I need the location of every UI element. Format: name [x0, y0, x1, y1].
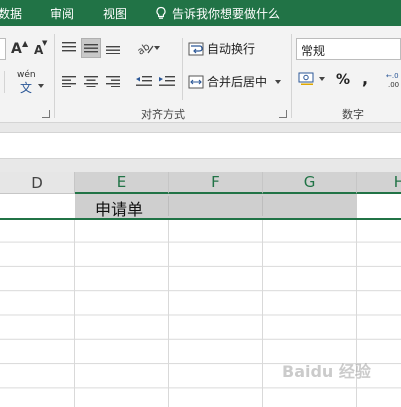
accounting-format-button[interactable] — [298, 72, 325, 86]
font-size-box-edge[interactable] — [0, 38, 6, 60]
column-header-e[interactable]: E — [75, 172, 169, 194]
comma-style-button[interactable]: , — [362, 69, 368, 88]
column-header-h[interactable]: H — [357, 172, 401, 194]
orientation-dropdown-icon — [154, 46, 160, 50]
column-header-f[interactable]: F — [169, 172, 263, 194]
align-left-button[interactable] — [59, 71, 79, 91]
column-header-g[interactable]: G — [263, 172, 357, 194]
group-separator — [182, 38, 183, 100]
decrease-indent-icon — [136, 76, 152, 86]
cell-separator — [262, 196, 263, 216]
merge-dropdown-icon — [275, 79, 282, 84]
increase-indent-icon — [159, 76, 175, 86]
lightbulb-icon — [156, 6, 166, 19]
wrap-text-icon — [188, 42, 204, 55]
merge-center-label: 合并后居中 — [207, 75, 268, 89]
merge-center-button[interactable]: 合并后居中 — [188, 73, 282, 90]
increase-indent-button[interactable] — [157, 71, 177, 91]
tab-data[interactable]: 数据 — [0, 5, 22, 22]
gridline-col — [74, 194, 75, 407]
cell-e1-title[interactable]: 申请单 — [75, 194, 357, 219]
increase-font-icon[interactable]: A — [11, 41, 22, 57]
svg-text:←.0: ←.0 — [386, 72, 399, 80]
decrease-indent-button[interactable] — [134, 71, 154, 91]
formula-bar-gap — [0, 159, 401, 172]
cell-separator — [168, 196, 169, 216]
accounting-dropdown-icon — [319, 77, 325, 81]
alignment-group-label: 对齐方式 — [141, 108, 185, 121]
ribbon-bottom-strip — [0, 123, 401, 133]
align-right-button[interactable] — [103, 71, 123, 91]
svg-text:ab: ab — [136, 41, 152, 55]
percent-style-button[interactable]: % — [336, 72, 350, 88]
shrink-caret-icon: ▼ — [42, 39, 48, 47]
align-center-button[interactable] — [81, 71, 101, 91]
alignment-launcher-icon[interactable] — [279, 110, 287, 118]
selection-bottom-border — [0, 218, 401, 220]
tell-me-text: 告诉我你想要做什么 — [172, 7, 281, 21]
align-right-icon — [106, 76, 120, 87]
ribbon: A ▲ A ▼ wén 文 ab 自动换行 合并后居中 对齐方式 常规 % , … — [0, 26, 401, 123]
wrap-text-label: 自动换行 — [207, 42, 256, 56]
group-separator — [54, 34, 55, 118]
ribbon-tab-bar: 数据 审阅 视图 告诉我你想要做什么 — [0, 0, 401, 26]
align-top-button[interactable] — [59, 38, 79, 58]
wrap-text-button[interactable]: 自动换行 — [188, 40, 255, 57]
phonetic-dropdown-icon[interactable] — [38, 84, 44, 88]
align-middle-button[interactable] — [81, 38, 101, 58]
font-launcher-icon[interactable] — [42, 110, 50, 118]
orientation-button[interactable]: ab — [134, 38, 162, 58]
merge-center-icon — [188, 75, 204, 88]
gridline-col — [168, 194, 169, 407]
number-format-value: 常规 — [301, 44, 326, 58]
align-bottom-button[interactable] — [103, 38, 123, 58]
increase-decimal-button[interactable]: ←.0.00 — [386, 70, 401, 94]
formula-bar[interactable] — [0, 133, 401, 159]
align-left-icon — [62, 76, 76, 87]
tab-view[interactable]: 视图 — [103, 5, 127, 22]
increase-decimal-icon: ←.0.00 — [386, 72, 399, 89]
tell-me-search[interactable]: 告诉我你想要做什么 — [154, 5, 280, 22]
column-header-d[interactable]: D — [0, 172, 75, 194]
divider — [4, 71, 5, 93]
text-orientation-icon: ab — [136, 41, 154, 55]
align-center-icon — [84, 76, 98, 87]
gridline-col — [262, 194, 263, 407]
number-format-select[interactable]: 常规 — [296, 38, 401, 60]
column-header-h-label: H — [393, 173, 401, 191]
align-bottom-icon — [106, 46, 120, 54]
phonetic-char-icon: 文 — [20, 81, 33, 95]
accounting-format-icon — [298, 72, 314, 85]
group-separator — [291, 34, 292, 118]
number-group-label: 数字 — [342, 108, 364, 121]
tab-review[interactable]: 审阅 — [50, 5, 74, 22]
align-top-icon — [62, 42, 76, 52]
align-middle-icon — [84, 44, 98, 53]
svg-text:.00: .00 — [388, 81, 399, 89]
grow-caret-icon: ▲ — [22, 39, 29, 48]
watermark: Baidu 经验 — [282, 362, 371, 381]
